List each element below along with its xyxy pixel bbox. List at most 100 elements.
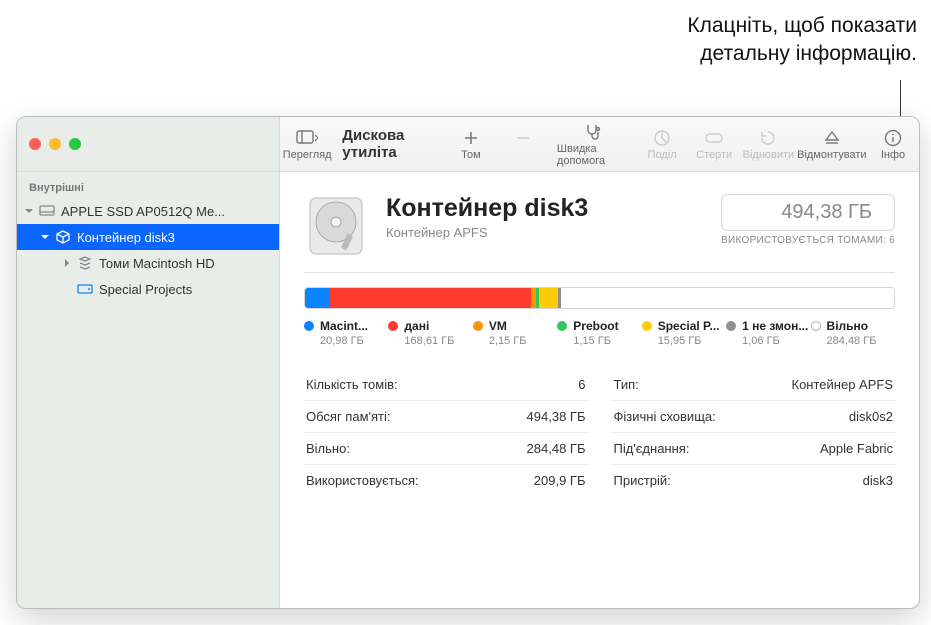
info-key: Під'єднання: xyxy=(614,441,690,456)
info-key: Обсяг пам'яті: xyxy=(306,409,391,424)
legend-label: 1 не змон... xyxy=(742,319,808,333)
legend-label: Special P... xyxy=(658,319,720,333)
sidebar: Внутрішні APPLE SSD AP0512Q Me... Контей… xyxy=(17,172,280,608)
info-column-left: Кількість томів: 6 Обсяг пам'яті: 494,38 ГБ… xyxy=(304,369,588,496)
erase-icon xyxy=(704,127,724,149)
info-row: Фізичні сховища: disk0s2 xyxy=(612,401,896,433)
legend-size: 2,15 ГБ xyxy=(473,335,557,347)
container-title: Контейнер disk3 xyxy=(386,194,703,223)
disk-utility-window: Перегляд Дискова утиліта Том Швидка допо… xyxy=(16,116,920,609)
disk-image-icon xyxy=(304,194,368,258)
sidebar-section-internal: Внутрішні xyxy=(17,178,279,198)
info-value: 494,38 ГБ xyxy=(527,409,586,424)
disclosure-icon[interactable] xyxy=(61,259,73,267)
legend-label: Вільно xyxy=(827,319,869,333)
info-row: Під'єднання: Apple Fabric xyxy=(612,433,896,465)
disk-icon xyxy=(39,205,55,217)
disclosure-icon[interactable] xyxy=(23,207,35,215)
unmount-button[interactable]: Відмонтувати xyxy=(797,117,867,171)
plus-icon xyxy=(464,127,478,149)
info-key: Кількість томів: xyxy=(306,377,398,392)
info-value: Apple Fabric xyxy=(820,441,893,456)
main-pane: Контейнер disk3 Контейнер APFS 494,38 ГБ… xyxy=(280,172,919,608)
legend-item: 1 не змон... 1,06 ГБ xyxy=(726,319,810,347)
legend-label: Preboot xyxy=(573,319,618,333)
swatch-icon xyxy=(473,321,483,331)
annotation-callout: Клацніть, щоб показати детальну інформац… xyxy=(687,12,917,69)
usage-segment xyxy=(305,288,330,308)
usage-segment xyxy=(330,288,531,308)
legend-label: дані xyxy=(404,319,429,333)
info-key: Фізичні сховища: xyxy=(614,409,716,424)
legend-size: 1,06 ГБ xyxy=(726,335,810,347)
info-row: Вільно:284,48 ГБ xyxy=(304,433,588,465)
used-by-volumes: ВИКОРИСТОВУЄТЬСЯ ТОМАМИ: 6 xyxy=(721,235,895,246)
add-volume-button[interactable]: Том xyxy=(445,117,497,171)
view-button[interactable]: Перегляд xyxy=(280,117,334,171)
app-title: Дискова утиліта xyxy=(334,117,445,171)
info-key: Пристрій: xyxy=(614,473,671,488)
sidebar-item-volume-special[interactable]: Special Projects xyxy=(17,276,279,302)
swatch-icon xyxy=(726,321,736,331)
usage-segment xyxy=(539,288,558,308)
info-value: 209,9 ГБ xyxy=(534,473,586,488)
info-row: Обсяг пам'яті: 494,38 ГБ xyxy=(304,401,588,433)
legend-size: 284,48 ГБ xyxy=(811,335,895,347)
info-value: disk0s2 xyxy=(849,409,893,424)
legend-item: Preboot 1,15 ГБ xyxy=(557,319,641,347)
sidebar-item-physical-disk[interactable]: APPLE SSD AP0512Q Me... xyxy=(17,198,279,224)
legend-item: Macint... 20,98 ГБ xyxy=(304,319,388,347)
info-value: disk3 xyxy=(863,473,893,488)
sidebar-icon xyxy=(296,127,318,149)
legend-size: 1,15 ГБ xyxy=(557,335,641,347)
usage-legend: Macint...20,98 ГБдані168,61 ГБVM2,15 ГБP… xyxy=(304,319,895,347)
info-value: Контейнер APFS xyxy=(792,377,894,392)
info-column-right: Тип: Контейнер APFS Фізичні сховища: disk0s… xyxy=(612,369,896,496)
usage-bar xyxy=(304,287,895,309)
container-icon xyxy=(55,230,71,244)
legend-size: 20,98 ГБ xyxy=(304,335,388,347)
info-row: Пристрій: disk3 xyxy=(612,465,896,496)
first-aid-button[interactable]: Швидка допомога xyxy=(549,117,636,171)
swatch-icon xyxy=(811,321,821,331)
info-value: 284,48 ГБ xyxy=(527,441,586,456)
swatch-icon xyxy=(557,321,567,331)
info-row: Тип: Контейнер APFS xyxy=(612,369,896,401)
swatch-icon xyxy=(388,321,398,331)
info-row: Кількість томів: 6 xyxy=(304,369,588,401)
sidebar-item-volume-group[interactable]: Томи Macintosh HD xyxy=(17,250,279,276)
erase-button: Стерти xyxy=(688,117,740,171)
info-button[interactable]: Інфо xyxy=(867,117,919,171)
restore-button: Відновити xyxy=(740,117,796,171)
legend-item: VM2,15 ГБ xyxy=(473,319,557,347)
info-value: 6 xyxy=(578,377,585,392)
divider xyxy=(304,272,895,273)
swatch-icon xyxy=(642,321,652,331)
traffic-lights xyxy=(17,117,280,171)
info-key: Тип: xyxy=(614,377,639,392)
capacity-box: 494,38 ГБ xyxy=(721,194,895,231)
legend-label: Macint... xyxy=(320,319,368,333)
info-key: Використовується: xyxy=(306,473,419,488)
minimize-icon[interactable] xyxy=(49,138,61,150)
sidebar-item-container[interactable]: Контейнер disk3 xyxy=(17,224,279,250)
restore-icon xyxy=(759,127,777,149)
eject-icon xyxy=(824,127,840,149)
swatch-icon xyxy=(304,321,314,331)
partition-button: Поділ xyxy=(636,117,688,171)
container-subtitle: Контейнер APFS xyxy=(386,225,703,240)
info-icon xyxy=(884,127,902,149)
volumes-icon xyxy=(77,256,93,270)
titlebar: Перегляд Дискова утиліта Том Швидка допо… xyxy=(17,117,919,172)
disclosure-icon[interactable] xyxy=(39,233,51,241)
pie-icon xyxy=(653,127,671,149)
minus-icon xyxy=(516,127,530,149)
legend-item: Вільно 284,48 ГБ xyxy=(811,319,895,347)
close-icon[interactable] xyxy=(29,138,41,150)
legend-item: Special P...15,95 ГБ xyxy=(642,319,726,347)
legend-size: 168,61 ГБ xyxy=(388,335,472,347)
zoom-icon[interactable] xyxy=(69,138,81,150)
stethoscope-icon xyxy=(584,121,602,143)
volume-icon xyxy=(77,283,93,295)
toolbar: Перегляд Дискова утиліта Том Швидка допо… xyxy=(280,117,919,171)
